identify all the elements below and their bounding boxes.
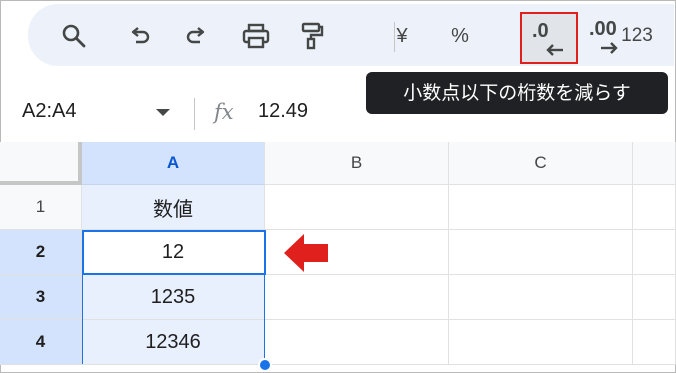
search-icon[interactable] <box>56 18 92 54</box>
currency-format-button[interactable]: ¥ <box>384 18 420 54</box>
more-formats-label: 123 <box>621 25 653 46</box>
red-arrow-icon <box>284 234 328 272</box>
row-header-2[interactable]: 2 <box>0 230 82 275</box>
column-header-b[interactable]: B <box>265 142 449 185</box>
column-header-a[interactable]: A <box>82 142 265 185</box>
cell-b3[interactable] <box>265 275 449 320</box>
cell-c4[interactable] <box>449 320 633 365</box>
row-header-1[interactable]: 1 <box>0 185 82 230</box>
cell-b1[interactable] <box>265 185 449 230</box>
fx-icon: fx <box>214 100 234 124</box>
undo-icon[interactable] <box>122 18 158 54</box>
cell-d4[interactable] <box>633 320 676 365</box>
decrease-decimal-label: .0 <box>532 20 549 42</box>
name-box-dropdown-icon[interactable] <box>156 109 170 116</box>
column-header-c[interactable]: C <box>449 142 633 185</box>
cell-d3[interactable] <box>633 275 676 320</box>
print-icon[interactable] <box>238 18 274 54</box>
more-formats-button[interactable]: 123 <box>612 18 662 54</box>
formula-input[interactable]: 12.49 <box>258 100 308 123</box>
cell-a1[interactable]: 数値 <box>82 185 265 230</box>
percent-label: % <box>451 24 469 47</box>
decrease-decimal-button[interactable]: .0 <box>520 12 578 64</box>
arrow-left-icon <box>546 44 563 56</box>
formula-bar-divider <box>194 98 195 130</box>
cell-d1[interactable] <box>633 185 676 230</box>
fill-handle[interactable] <box>258 358 272 372</box>
name-box[interactable]: A2:A4 <box>22 100 76 123</box>
select-all-corner[interactable] <box>0 142 82 185</box>
percent-format-button[interactable]: % <box>442 18 478 54</box>
toolbar: ¥ % .0 .00 123 <box>28 4 674 66</box>
row-header-3[interactable]: 3 <box>0 275 82 320</box>
active-cell-border <box>82 230 266 275</box>
cell-c3[interactable] <box>449 275 633 320</box>
cell-b4[interactable] <box>265 320 449 365</box>
currency-label: ¥ <box>396 24 408 47</box>
cell-c2[interactable] <box>449 230 633 275</box>
tooltip: 小数点以下の桁数を減らす <box>366 72 668 114</box>
row-header-4[interactable]: 4 <box>0 320 82 365</box>
column-header-d[interactable] <box>633 142 676 185</box>
redo-icon[interactable] <box>178 18 214 54</box>
paint-format-icon[interactable] <box>294 18 330 54</box>
cell-c1[interactable] <box>449 185 633 230</box>
cell-d2[interactable] <box>633 230 676 275</box>
